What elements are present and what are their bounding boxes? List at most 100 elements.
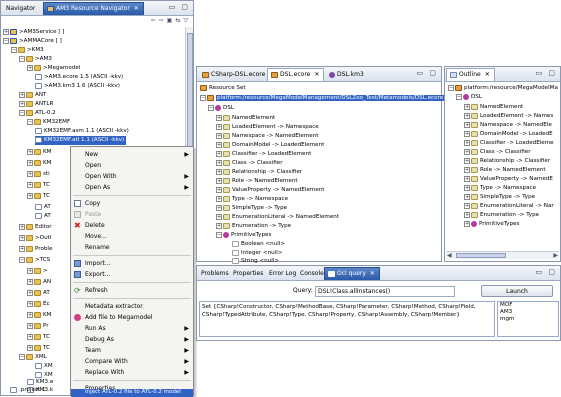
tree-row[interactable]: + Enumeration -> Type [464,211,539,220]
tree-row[interactable]: − XML [19,353,47,362]
tab-ocl-query[interactable]: Ocl query ✕ [324,267,380,280]
model-list-item[interactable]: mgm [500,316,558,323]
tab-csharp-dsl-ecore[interactable]: CSharp-DSL.ecore [198,68,270,81]
tree-row[interactable]: − PrimitiveTypes [216,231,271,240]
menu-item-replace-with[interactable]: Replace With ▶ [71,367,193,378]
tree-row[interactable]: − >AMMACore [ ] [3,37,62,46]
menu-item-delete[interactable]: ✖ Delete [71,220,193,231]
tree-row-selected[interactable]: KM32EMF.atl 1.1 (ASCII -kkv) [35,136,127,145]
tree-row[interactable]: + KM [27,311,52,320]
tree-row[interactable]: + Relationship -> Classifier [464,157,550,166]
query-input[interactable]: DSL!Class.allInstances() [315,286,455,297]
menu-item-debug-as[interactable]: Debug As ▶ [71,334,193,345]
tree-row[interactable]: AT [35,212,51,221]
tab-outline[interactable]: Outline ✕ [446,68,495,81]
menu-item-refresh[interactable]: ⟳ Refresh [71,285,193,296]
resource-row[interactable]: − platform:/resource/MegaModelManagement/… [200,94,445,103]
tree-row[interactable]: − DSL [456,93,482,102]
scroll-left-icon[interactable]: ◀ [447,252,452,259]
menu-item-open-as[interactable]: Open As ▶ [71,182,193,193]
outline-hscrollbar[interactable]: ◀ ▶ [446,251,559,259]
tree-row[interactable]: + TC [27,333,50,342]
tab-problems[interactable]: Problems [198,267,232,280]
tab-dsl-km3[interactable]: DSL.km3 [325,68,369,81]
tree-row[interactable]: + Class -> Classifier [216,159,283,168]
tab-am3-resource-navigator[interactable]: AM3 Resource Navigator ✕ [43,2,144,15]
tree-row[interactable]: KM32EMF.asm 1.1 (ASCII -kkv) [35,127,129,136]
model-list-item[interactable]: MOF [500,302,558,309]
tree-row[interactable]: + sti [27,170,50,179]
tree-row[interactable]: + EnumerationLiteral -> NamedElement [216,213,339,222]
tree-row[interactable]: >AM3.km3 1.6 (ASCII -kkv) [35,82,120,91]
tree-row[interactable]: + SimpleType -> Type [464,193,535,202]
tab-navigator[interactable]: Navigator [2,2,40,15]
tree-row[interactable]: + Classifier -> LoadedElement [216,150,311,159]
tree-row[interactable]: + Proble [19,245,52,254]
back-icon[interactable]: ⇦ [151,17,159,24]
model-list-item[interactable]: AM3 [500,309,558,316]
tree-row[interactable]: + DomainModel -> LoadedElement [216,141,324,150]
tree-row[interactable]: + Namespace -> NamedElement [216,132,318,141]
tree-row[interactable]: + SimpleType -> Type [216,204,287,213]
tree-row[interactable]: + ValueProperty -> NamedE [464,175,553,184]
tree-row[interactable]: + TC [27,181,50,190]
tree-row[interactable]: + Namespace -> NamedEle [464,121,552,130]
model-list[interactable]: MOF AM3 mgm [497,301,559,337]
scrollbar-thumb[interactable] [187,33,193,153]
tree-row[interactable]: + DomainModel -> LoadedE [464,130,553,139]
tree-row[interactable]: + Role -> NamedElement [464,166,546,175]
tree-row[interactable]: + LoadedElement -> Names [464,112,553,121]
tree-row[interactable]: − >AM3 [19,55,52,64]
close-icon[interactable]: ✕ [370,268,375,280]
menu-item-metadata-extractor[interactable]: Metadata extractor [71,301,193,312]
tree-row[interactable]: + ANT [19,91,46,100]
tree-row[interactable]: + KM [27,159,52,168]
tree-row[interactable]: >AM3.ecore 1.5 (ASCII -kkv) [35,73,123,82]
menu-item-add-to-megamodel[interactable]: Add file to Megamodel [71,312,193,323]
tree-row-project-file[interactable]: .project 1 [10,386,46,395]
minimize-maximize-icon[interactable]: ▭ ▢ [536,268,557,276]
menu-item-new[interactable]: New ▶ [71,149,193,160]
tree-row[interactable]: − >KM3 [11,46,44,55]
tree-row[interactable]: + Enumeration -> Type [216,222,291,231]
tree-row[interactable]: + ValueProperty -> NamedElement [216,186,325,195]
tree-row[interactable]: + Ec [27,300,50,309]
menu-item-inject-atl-label[interactable]: Inject ATL-0.2 file to ATL-0.2 model [71,389,193,396]
minimize-maximize-icon[interactable]: ▭ ▢ [417,69,438,77]
menu-item-move[interactable]: Move... [71,231,193,242]
tree-row[interactable]: + Classifier -> LoadedEleme [464,139,554,148]
tree-row[interactable]: + Role -> NamedElement [216,177,298,186]
tree-row[interactable]: − DSL [208,104,234,113]
tree-row[interactable]: + Editor [19,223,52,232]
tree-row[interactable]: − ATL-0.2 [19,109,56,118]
tree-row[interactable]: + EnumerationLiteral -> Nar [464,202,554,211]
tree-row[interactable]: + >Outl [19,234,51,243]
scrollbar-thumb[interactable] [456,253,506,258]
tree-row[interactable]: + LoadedElement -> Namespace [216,123,319,132]
minimize-maximize-icon[interactable]: ▭ ▢ [536,69,557,77]
tree-row[interactable]: + PrimitiveTypes [464,220,519,229]
close-icon[interactable]: ✕ [314,69,319,81]
forward-icon[interactable]: ⇨ [159,17,167,24]
menu-item-import[interactable]: Import... [71,258,193,269]
tree-row[interactable]: Boolean <null> [232,240,285,249]
tree-row[interactable]: + Relationship -> Classifier [216,168,302,177]
tab-console[interactable]: Console [297,267,327,280]
tree-row[interactable]: + AN [27,278,51,287]
tree-row[interactable]: + >AM3Service [ ] [3,28,65,37]
menu-item-open-with[interactable]: Open With ▶ [71,171,193,182]
tree-row[interactable]: + TC [27,344,50,353]
menu-item-copy[interactable]: Copy [71,198,193,209]
tab-dsl-ecore[interactable]: DSL.ecore ✕ [267,68,325,81]
tree-row[interactable]: − KM32EMF [27,118,70,127]
scroll-right-icon[interactable]: ▶ [553,252,558,259]
menu-item-team[interactable]: Team ▶ [71,345,193,356]
tree-row[interactable]: + NamedElement [216,114,275,123]
tree-row[interactable]: + AT [27,289,50,298]
close-icon[interactable]: ✕ [485,69,490,81]
tree-row[interactable]: + Pr [27,322,49,331]
tree-row[interactable]: + > [27,267,48,276]
view-menu-icon[interactable]: ▽ [183,17,191,24]
tree-row[interactable]: − platform:/resource/MegaModelMa [448,84,558,93]
tab-properties[interactable]: Properties [230,267,266,280]
